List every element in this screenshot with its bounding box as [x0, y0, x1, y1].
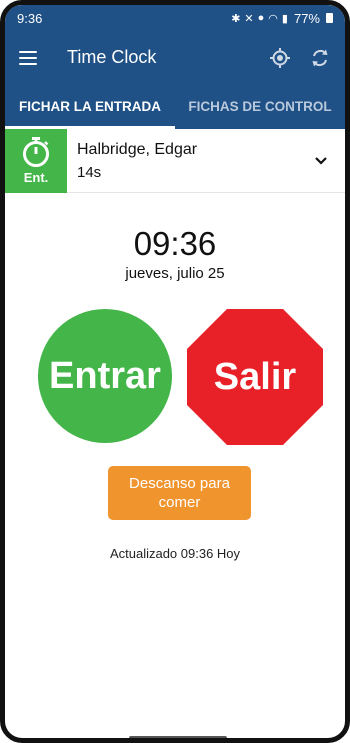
menu-icon[interactable] — [19, 50, 37, 65]
signal-icon: ▮ — [281, 12, 288, 25]
tab-bar: FICHAR LA ENTRADA FICHAS DE CONTROL — [5, 84, 345, 129]
clock-status-badge: Ent. — [5, 128, 67, 193]
sync-icon[interactable] — [309, 47, 331, 69]
status-icons: ✱ ✕ ● ◠ ▮ 77% — [231, 11, 333, 26]
stopwatch-icon — [23, 137, 49, 167]
chevron-down-icon[interactable] — [311, 151, 331, 171]
bluetooth-icon: ✱ — [231, 12, 241, 25]
last-updated-text: Actualizado 09:36 Hoy — [109, 546, 241, 561]
status-time: 9:36 — [17, 10, 43, 26]
app-bar: Time Clock — [5, 31, 345, 84]
mute-icon: ✕ — [244, 12, 254, 25]
location-icon: ● — [257, 12, 265, 24]
elapsed-time: 14s — [77, 163, 102, 181]
clock-in-button[interactable]: Entrar — [38, 309, 172, 443]
tab-timesheets[interactable]: FICHAS DE CONTROL — [175, 84, 345, 129]
employee-info: Halbridge, Edgar 14s — [77, 141, 311, 181]
tab-clock-in[interactable]: FICHAR LA ENTRADA — [5, 84, 175, 129]
wifi-icon: ◠ — [268, 12, 278, 25]
phone-screen: 9:36 ✱ ✕ ● ◠ ▮ 77% Time Clock FICHAR LA … — [0, 0, 350, 743]
clock-out-button[interactable]: Salir — [187, 309, 323, 445]
status-bar: 9:36 ✱ ✕ ● ◠ ▮ 77% — [5, 5, 345, 31]
locate-icon[interactable] — [269, 47, 291, 69]
app-title: Time Clock — [67, 47, 157, 67]
current-time: 09:36 — [133, 225, 217, 262]
battery-percent: 77% — [293, 10, 320, 26]
employee-name: Halbridge, Edgar — [77, 140, 198, 158]
current-date: jueves, julio 25 — [125, 265, 225, 282]
home-indicator[interactable] — [129, 736, 227, 738]
status-label: Ent. — [23, 170, 49, 185]
meal-break-button[interactable]: Descanso para comer — [108, 466, 251, 520]
battery-icon — [326, 13, 333, 23]
clock-out-label: Salir — [213, 355, 297, 398]
employee-selector[interactable]: Ent. Halbridge, Edgar 14s — [5, 128, 345, 193]
